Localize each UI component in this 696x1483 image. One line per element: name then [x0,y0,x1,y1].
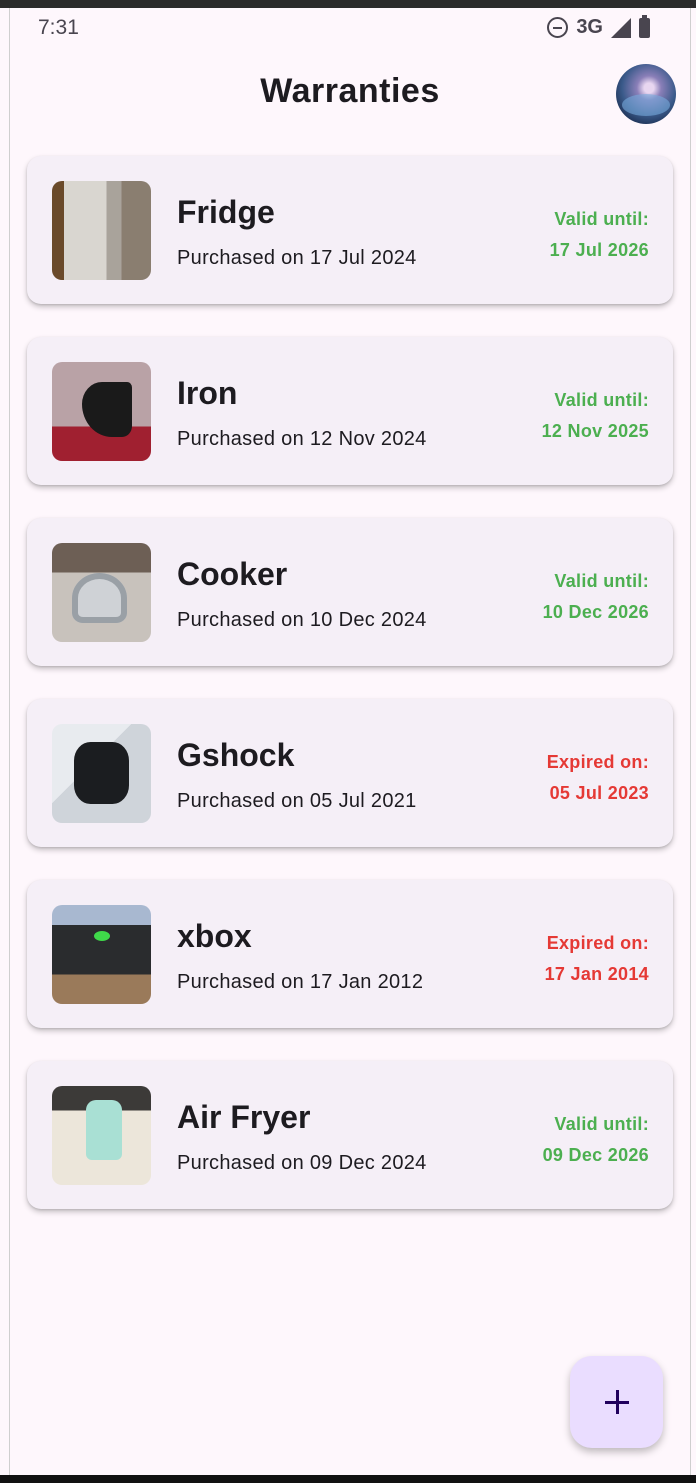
purchase-date: Purchased on 12 Nov 2024 [177,428,427,450]
gshock-image [52,724,151,823]
status-date: 17 Jul 2026 [549,240,649,260]
iron-image [52,362,151,461]
purchase-date: Purchased on 10 Dec 2024 [177,609,427,631]
warranty-card-iron[interactable]: Iron Purchased on 12 Nov 2024 Valid unti… [27,337,673,485]
plus-icon [604,1390,629,1414]
item-name: Fridge [177,194,275,230]
device-right-edge [690,8,696,1475]
item-name: Iron [177,375,238,411]
device-bottom-edge [0,1475,696,1483]
xbox-image [52,905,151,1004]
status-label: Valid until: [554,1114,649,1134]
item-name: Cooker [177,556,288,592]
status-bar: 7:31 3G [10,8,690,46]
signal-icon [611,17,631,38]
status-label: Valid until: [554,390,649,410]
warranty-card-air-fryer[interactable]: Air Fryer Purchased on 09 Dec 2024 Valid… [27,1061,673,1209]
do-not-disturb-icon [547,17,569,38]
fridge-image [52,181,151,280]
cooker-image [52,543,151,642]
avatar[interactable] [616,64,676,124]
status-time: 7:31 [38,16,79,39]
network-type: 3G [576,16,603,38]
purchase-date: Purchased on 17 Jul 2024 [177,247,417,269]
warranty-list: Fridge Purchased on 17 Jul 2024 Valid un… [27,156,673,1242]
item-name: Gshock [177,737,295,773]
app-screen: 7:31 3G Warranties Fridge Purchased on 1… [10,8,690,1475]
status-date: 17 Jan 2014 [544,964,649,984]
warranty-status: Expired on: 17 Jan 2014 [545,928,649,990]
status-label: Expired on: [546,933,649,953]
warranty-card-xbox[interactable]: xbox Purchased on 17 Jan 2012 Expired on… [27,880,673,1028]
warranty-status: Valid until: 09 Dec 2026 [543,1109,649,1171]
warranty-card-fridge[interactable]: Fridge Purchased on 17 Jul 2024 Valid un… [27,156,673,304]
status-label: Valid until: [554,209,649,229]
status-date: 12 Nov 2025 [541,421,649,441]
device-top-edge [0,0,696,8]
warranty-status: Valid until: 17 Jul 2026 [550,204,649,266]
warranty-status: Expired on: 05 Jul 2023 [547,747,649,809]
purchase-date: Purchased on 17 Jan 2012 [177,971,424,993]
warranty-card-cooker[interactable]: Cooker Purchased on 10 Dec 2024 Valid un… [27,518,673,666]
purchase-date: Purchased on 09 Dec 2024 [177,1152,427,1174]
status-date: 10 Dec 2026 [542,602,649,622]
device-left-edge [0,8,10,1475]
status-label: Expired on: [546,752,649,772]
status-label: Valid until: [554,571,649,591]
air-fryer-image [52,1086,151,1185]
status-date: 05 Jul 2023 [549,783,649,803]
warranty-status: Valid until: 12 Nov 2025 [542,385,649,447]
purchase-date: Purchased on 05 Jul 2021 [177,790,417,812]
warranty-card-gshock[interactable]: Gshock Purchased on 05 Jul 2021 Expired … [27,699,673,847]
page-title: Warranties [260,72,440,110]
battery-icon [639,14,650,38]
item-name: xbox [177,918,252,954]
status-date: 09 Dec 2026 [542,1145,649,1165]
status-icons: 3G [547,14,650,39]
add-warranty-button[interactable] [570,1356,663,1448]
item-name: Air Fryer [177,1099,311,1135]
warranty-status: Valid until: 10 Dec 2026 [543,566,649,628]
